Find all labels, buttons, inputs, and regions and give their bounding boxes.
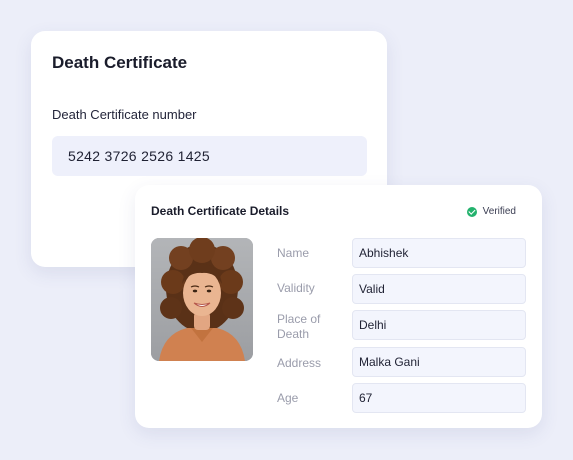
name-label: Name [277, 246, 310, 260]
address-label: Address [277, 356, 322, 370]
profile-photo [151, 238, 253, 361]
person-photo-illustration [151, 238, 253, 361]
details-title: Death Certificate Details [151, 204, 290, 218]
validity-label: Validity [277, 281, 315, 295]
check-circle-icon [466, 206, 477, 217]
verified-label: Verified [482, 206, 516, 217]
validity-value[interactable]: Valid [352, 274, 526, 304]
verified-badge: Verified [466, 206, 516, 217]
certificate-title: Death Certificate [52, 53, 188, 72]
age-value[interactable]: 67 [352, 383, 526, 413]
place-of-death-label: Place of Death [277, 312, 321, 341]
certificate-details-card: Death Certificate Details Verified Name … [135, 185, 542, 428]
age-label: Age [277, 391, 299, 405]
name-value[interactable]: Abhishek [352, 238, 526, 268]
place-of-death-value[interactable]: Delhi [352, 310, 526, 340]
certificate-number-label: Death Certificate number [52, 107, 197, 122]
certificate-number-field[interactable]: 5242 3726 2526 1425 [52, 136, 367, 176]
address-value[interactable]: Malka Gani [352, 347, 526, 377]
